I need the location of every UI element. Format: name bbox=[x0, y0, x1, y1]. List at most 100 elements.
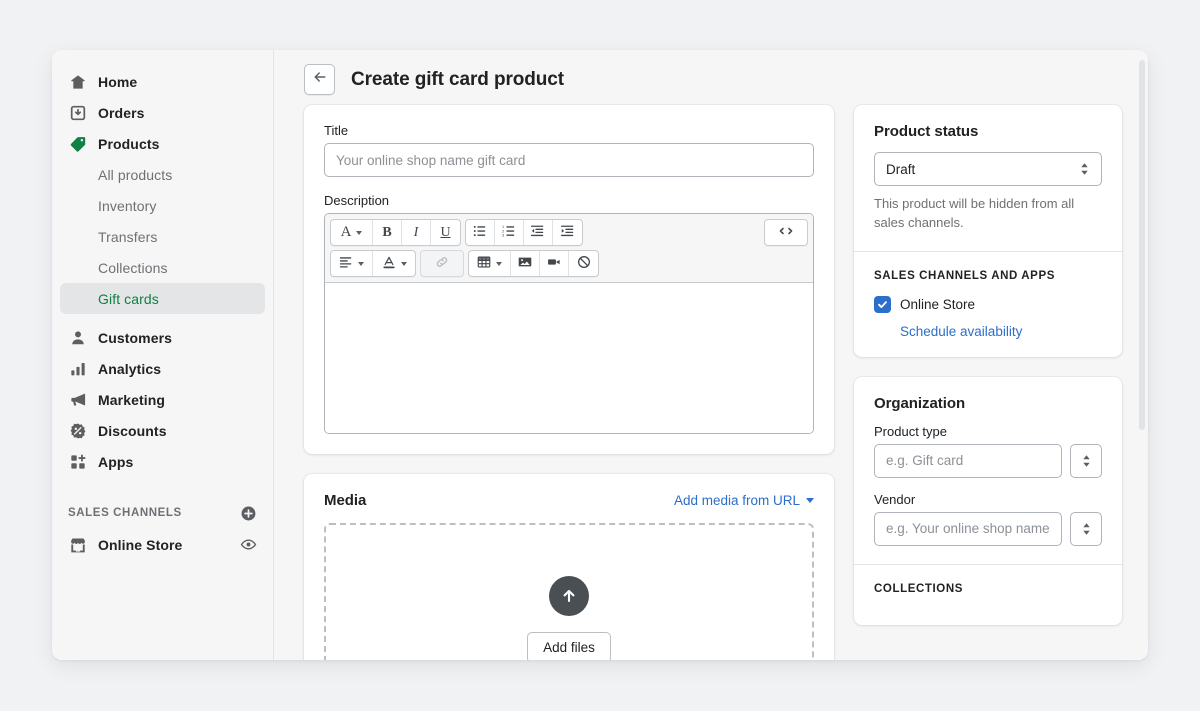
media-card: Media Add media from URL Add files bbox=[304, 474, 834, 660]
sidebar-subitem-inventory[interactable]: Inventory bbox=[60, 190, 265, 221]
page-header: Create gift card product bbox=[274, 50, 1148, 105]
collections-section: COLLECTIONS bbox=[854, 563, 1122, 625]
text-color-icon bbox=[382, 255, 396, 273]
customers-person-icon bbox=[68, 328, 88, 348]
italic-glyph: I bbox=[413, 224, 419, 240]
vendor-input[interactable] bbox=[874, 511, 1062, 546]
italic-button[interactable]: I bbox=[402, 220, 431, 245]
sidebar-item-discounts[interactable]: Discounts bbox=[60, 415, 265, 446]
sidebar-item-apps[interactable]: Apps bbox=[60, 446, 265, 477]
bold-button[interactable]: B bbox=[373, 220, 402, 245]
orders-inbox-icon bbox=[68, 103, 88, 123]
secondary-column: Product status Draft This product will b… bbox=[854, 105, 1122, 645]
title-input[interactable] bbox=[324, 143, 814, 177]
sidebar-subitem-transfers[interactable]: Transfers bbox=[60, 221, 265, 252]
sales-channels-apps-section: SALES CHANNELS AND APPS Online Store Sch… bbox=[854, 250, 1122, 357]
sidebar-item-customers[interactable]: Customers bbox=[60, 322, 265, 353]
chevron-down-icon bbox=[496, 261, 502, 266]
sidebar-subitem-label: Inventory bbox=[98, 197, 157, 214]
chevron-down-icon bbox=[356, 230, 363, 235]
eye-icon[interactable] bbox=[240, 536, 257, 553]
organization-card: Organization Product type Vend bbox=[854, 376, 1122, 625]
organization-title: Organization bbox=[874, 394, 966, 412]
font-a-glyph: A bbox=[340, 224, 352, 240]
marketing-megaphone-icon bbox=[68, 390, 88, 410]
numbered-list-button[interactable]: 123 bbox=[495, 220, 524, 245]
html-code-button[interactable] bbox=[765, 220, 807, 245]
bulleted-list-button[interactable] bbox=[466, 220, 495, 245]
description-editor-body[interactable] bbox=[325, 283, 813, 433]
table-icon bbox=[477, 255, 491, 272]
align-button[interactable] bbox=[331, 251, 373, 276]
image-icon bbox=[518, 255, 532, 272]
product-type-input[interactable] bbox=[874, 443, 1062, 478]
sidebar-item-products[interactable]: Products bbox=[60, 128, 265, 159]
sidebar-item-analytics[interactable]: Analytics bbox=[60, 353, 265, 384]
clear-formatting-icon bbox=[577, 255, 591, 272]
sidebar-item-label: Analytics bbox=[98, 360, 162, 377]
insert-table-button[interactable] bbox=[469, 251, 511, 276]
media-card-header: Media Add media from URL bbox=[324, 492, 814, 509]
product-status-select-wrap: Draft bbox=[874, 152, 1102, 186]
title-description-card: Title Description A bbox=[304, 105, 834, 454]
vendor-stepper-button[interactable] bbox=[1070, 511, 1102, 546]
stepper-chevrons-icon bbox=[1081, 522, 1092, 536]
sidebar-channel-label: Online Store bbox=[98, 536, 183, 553]
sidebar-item-orders[interactable]: Orders bbox=[60, 97, 265, 128]
align-left-icon bbox=[339, 255, 353, 272]
insert-video-button[interactable] bbox=[540, 251, 569, 276]
underline-button[interactable]: U bbox=[431, 220, 460, 245]
chevron-down-icon bbox=[400, 261, 407, 266]
editor-toolbar-row-2 bbox=[329, 250, 809, 277]
text-color-button[interactable] bbox=[373, 251, 415, 276]
storefront-icon bbox=[68, 535, 88, 555]
product-type-stepper-button[interactable] bbox=[1070, 443, 1102, 478]
sidebar-subitem-gift-cards[interactable]: Gift cards bbox=[60, 283, 265, 314]
back-button[interactable] bbox=[304, 64, 335, 95]
online-store-checkbox[interactable] bbox=[874, 295, 891, 313]
stepper-chevrons-icon bbox=[1079, 162, 1090, 176]
indent-button[interactable] bbox=[553, 220, 582, 245]
sidebar-channel-online-store[interactable]: Online Store bbox=[60, 529, 265, 560]
sidebar-item-label: Home bbox=[98, 73, 138, 90]
products-tag-icon bbox=[68, 134, 88, 154]
sidebar-item-home[interactable]: Home bbox=[60, 66, 265, 97]
media-dropzone[interactable]: Add files bbox=[324, 523, 814, 660]
sidebar-item-label: Customers bbox=[98, 329, 173, 346]
page-layout: Title Description A bbox=[274, 105, 1148, 660]
sidebar-subitem-all-products[interactable]: All products bbox=[60, 159, 265, 190]
product-status-select[interactable]: Draft bbox=[874, 152, 1102, 186]
bullet-list-icon bbox=[473, 224, 487, 241]
schedule-availability-link[interactable]: Schedule availability bbox=[900, 324, 1102, 339]
title-label: Title bbox=[324, 123, 349, 138]
sidebar-item-label: Products bbox=[98, 135, 160, 152]
sidebar-item-marketing[interactable]: Marketing bbox=[60, 384, 265, 415]
font-style-button[interactable]: A bbox=[331, 220, 373, 245]
add-files-button[interactable]: Add files bbox=[527, 631, 611, 660]
product-status-value: Draft bbox=[886, 161, 916, 177]
online-store-checkbox-label: Online Store bbox=[900, 296, 976, 312]
underline-glyph: U bbox=[440, 224, 451, 240]
sidebar-subitem-collections[interactable]: Collections bbox=[60, 252, 265, 283]
page-title: Create gift card product bbox=[351, 68, 564, 90]
description-label: Description bbox=[324, 193, 390, 208]
plus-circle-icon[interactable] bbox=[240, 505, 257, 522]
sales-channels-heading: SALES CHANNELS bbox=[68, 507, 182, 519]
editor-toolbar: A B I U 1 2 3 bbox=[325, 214, 813, 283]
add-media-from-url-button[interactable]: Add media from URL bbox=[674, 493, 814, 508]
main-content: Create gift card product Title Descripti… bbox=[274, 50, 1148, 660]
online-store-checkbox-row[interactable]: Online Store bbox=[874, 295, 1102, 313]
insert-image-button[interactable] bbox=[511, 251, 540, 276]
sales-channels-apps-heading: SALES CHANNELS AND APPS bbox=[874, 269, 1055, 282]
outdent-button[interactable] bbox=[524, 220, 553, 245]
main-scrollbar[interactable] bbox=[1139, 60, 1145, 430]
text-format-group: A B I U bbox=[330, 219, 461, 246]
arrow-left-icon bbox=[312, 69, 328, 90]
bold-glyph: B bbox=[382, 224, 392, 240]
sidebar-item-label: Orders bbox=[98, 104, 145, 121]
clear-formatting-button[interactable] bbox=[569, 251, 598, 276]
numbered-list-icon: 123 bbox=[502, 224, 516, 241]
sidebar-subitem-label: All products bbox=[98, 166, 173, 183]
discounts-badge-icon bbox=[68, 421, 88, 441]
chevron-down-icon bbox=[358, 261, 364, 266]
